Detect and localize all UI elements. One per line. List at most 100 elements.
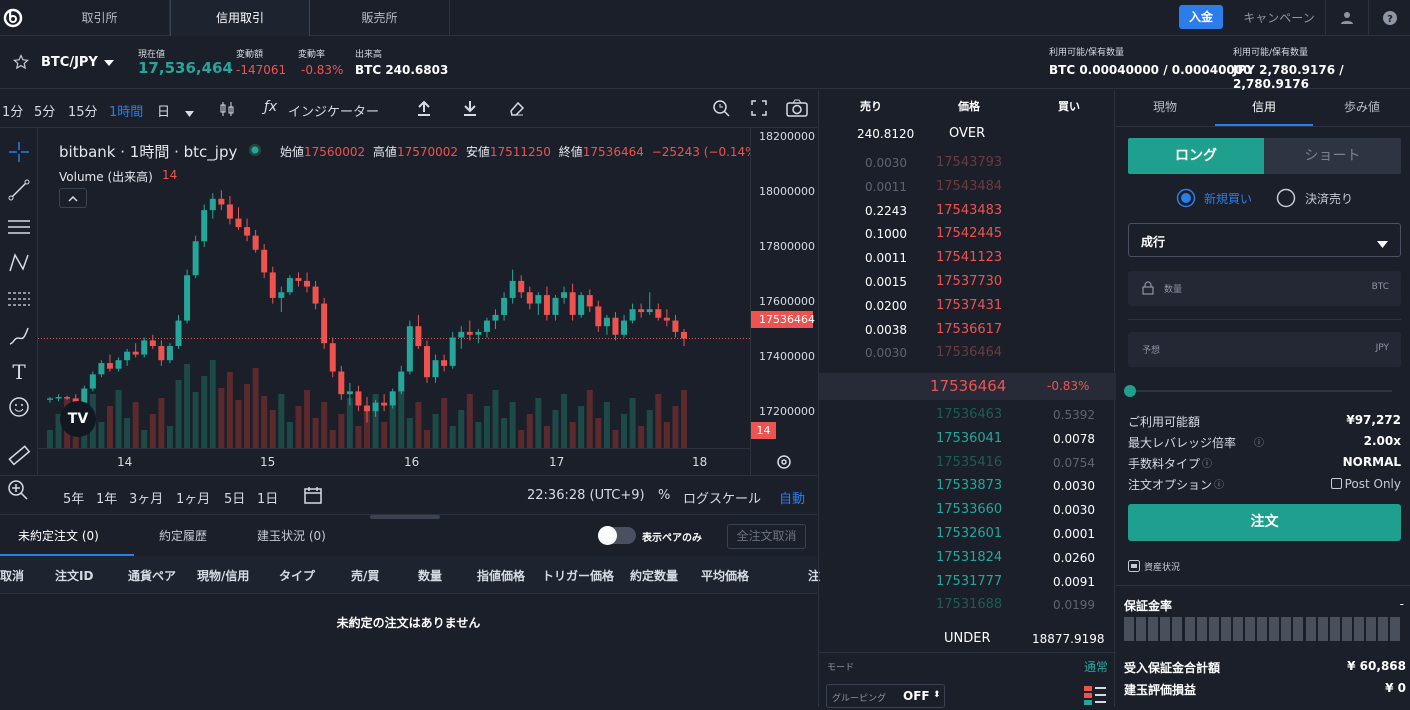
tradingview-logo[interactable]: TV bbox=[60, 401, 96, 437]
bid-row[interactable]: 0.0260 17531824 bbox=[819, 546, 1116, 570]
candle-body[interactable] bbox=[586, 295, 593, 307]
candle-body[interactable] bbox=[252, 235, 259, 250]
bitbank-logo[interactable] bbox=[0, 0, 26, 36]
candle-body[interactable] bbox=[492, 314, 499, 321]
tab-positions[interactable]: 建玉状況 (0) bbox=[257, 527, 326, 544]
auto-scale-toggle[interactable]: 自動 bbox=[779, 488, 805, 507]
candle-body[interactable] bbox=[569, 292, 576, 315]
candle-body[interactable] bbox=[244, 227, 251, 236]
ruler-icon[interactable] bbox=[7, 443, 31, 467]
candle-body[interactable] bbox=[518, 280, 525, 293]
candle-body[interactable] bbox=[458, 331, 465, 338]
candle-body[interactable] bbox=[55, 397, 62, 399]
order-type-select[interactable]: 成行 bbox=[1128, 223, 1401, 257]
fullscreen-icon[interactable] bbox=[750, 99, 768, 120]
interval-1h[interactable]: 1時間 bbox=[109, 101, 143, 120]
candle-body[interactable] bbox=[389, 391, 396, 406]
candle-body[interactable] bbox=[595, 306, 602, 327]
candle-body[interactable] bbox=[312, 286, 319, 304]
candle-body[interactable] bbox=[535, 295, 542, 304]
emoji-icon[interactable] bbox=[7, 395, 31, 419]
candle-body[interactable] bbox=[166, 346, 173, 361]
post-only-checkbox[interactable] bbox=[1331, 478, 1342, 489]
candle-body[interactable] bbox=[578, 295, 585, 315]
pattern-icon[interactable] bbox=[7, 251, 31, 275]
candle-body[interactable] bbox=[381, 402, 388, 406]
text-tool-icon[interactable]: T bbox=[7, 360, 31, 384]
range-1d[interactable]: 1日 bbox=[257, 488, 278, 507]
short-button[interactable]: ショート bbox=[1264, 138, 1401, 174]
download-icon[interactable] bbox=[461, 99, 479, 120]
candle-body[interactable] bbox=[115, 360, 122, 369]
candle-body[interactable] bbox=[132, 351, 139, 355]
interval-day[interactable]: 日 bbox=[157, 101, 170, 120]
resize-handle[interactable] bbox=[370, 515, 440, 519]
candle-body[interactable] bbox=[355, 391, 362, 406]
calendar-icon[interactable] bbox=[303, 485, 323, 508]
candle-body[interactable] bbox=[638, 309, 645, 313]
info-icon[interactable]: ⓘ bbox=[1254, 434, 1264, 449]
book-layout-icon[interactable] bbox=[1083, 685, 1107, 710]
ask-row[interactable]: 0.1000 17542445 bbox=[819, 222, 1116, 246]
candle-body[interactable] bbox=[329, 343, 336, 372]
tab-margin[interactable]: 信用 bbox=[1215, 90, 1313, 126]
ask-row[interactable]: 0.0038 17536617 bbox=[819, 318, 1116, 342]
nav-tab-sales[interactable]: 販売所 bbox=[310, 0, 450, 36]
candle-body[interactable] bbox=[175, 320, 182, 347]
cancel-all-button[interactable]: 全注文取消 bbox=[727, 524, 806, 549]
price-axis[interactable]: 18200000 18000000 17800000 17600000 1740… bbox=[750, 128, 817, 475]
candle-body[interactable] bbox=[629, 309, 636, 321]
range-5y[interactable]: 5年 bbox=[63, 488, 84, 507]
bid-row[interactable]: 0.0199 17531688 bbox=[819, 593, 1116, 617]
log-scale-toggle[interactable]: ログスケール bbox=[683, 488, 761, 507]
tab-trade-history[interactable]: 約定履歴 bbox=[159, 527, 207, 544]
ask-row[interactable]: 0.0015 17537730 bbox=[819, 270, 1116, 294]
candle-body[interactable] bbox=[278, 292, 285, 298]
long-button[interactable]: ロング bbox=[1128, 138, 1264, 174]
candle-body[interactable] bbox=[543, 295, 550, 315]
candle-body[interactable] bbox=[286, 278, 293, 293]
amount-slider-handle[interactable] bbox=[1124, 385, 1136, 397]
candle-body[interactable] bbox=[612, 317, 619, 335]
interval-1m[interactable]: 1分 bbox=[2, 101, 23, 120]
candle-body[interactable] bbox=[338, 371, 345, 395]
candle-body[interactable] bbox=[304, 280, 311, 287]
candle-body[interactable] bbox=[398, 371, 405, 392]
candle-body[interactable] bbox=[235, 218, 242, 228]
fx-icon[interactable]: ƒx bbox=[264, 99, 277, 115]
candle-body[interactable] bbox=[295, 278, 302, 281]
candle-body[interactable] bbox=[106, 363, 113, 369]
campaign-link[interactable]: キャンペーン bbox=[1236, 0, 1322, 36]
candle-body[interactable] bbox=[552, 297, 559, 315]
candle-body[interactable] bbox=[483, 320, 490, 332]
candle-body[interactable] bbox=[201, 210, 208, 242]
candle-body[interactable] bbox=[466, 331, 473, 335]
candle-body[interactable] bbox=[526, 292, 533, 304]
candle-body[interactable] bbox=[406, 326, 413, 372]
indicator-button[interactable]: インジケーター bbox=[288, 101, 379, 120]
user-icon[interactable] bbox=[1325, 0, 1367, 36]
deposit-button[interactable]: 入金 bbox=[1179, 5, 1223, 29]
assets-icon[interactable] bbox=[1128, 560, 1140, 575]
candle-body[interactable] bbox=[449, 337, 456, 366]
pair-only-toggle[interactable] bbox=[598, 526, 636, 545]
candle-body[interactable] bbox=[192, 241, 199, 276]
interval-15m[interactable]: 15分 bbox=[68, 101, 98, 120]
ask-row[interactable]: 0.0200 17537431 bbox=[819, 294, 1116, 318]
candle-body[interactable] bbox=[184, 275, 191, 321]
submit-order-button[interactable]: 注文 bbox=[1128, 504, 1401, 541]
candle-body[interactable] bbox=[364, 405, 370, 412]
crosshair-icon[interactable] bbox=[7, 140, 31, 164]
candle-body[interactable] bbox=[646, 309, 653, 313]
zoom-icon[interactable] bbox=[711, 98, 731, 121]
candle-body[interactable] bbox=[226, 204, 233, 219]
assets-link[interactable]: 資産状況 bbox=[1144, 560, 1180, 573]
range-1m[interactable]: 1ヶ月 bbox=[176, 488, 210, 507]
candle-body[interactable] bbox=[89, 374, 96, 389]
grouping-select[interactable]: グルーピング OFF ⬍ bbox=[826, 684, 945, 708]
price-chart[interactable]: bitbank · 1時間 · btc_jpy 始値17560002 高値175… bbox=[38, 128, 750, 448]
candle-body[interactable] bbox=[321, 303, 328, 344]
estimate-field[interactable]: 予想 JPY bbox=[1128, 332, 1401, 367]
candle-body[interactable] bbox=[501, 297, 508, 315]
pair-selector[interactable]: BTC/JPY bbox=[41, 55, 98, 70]
